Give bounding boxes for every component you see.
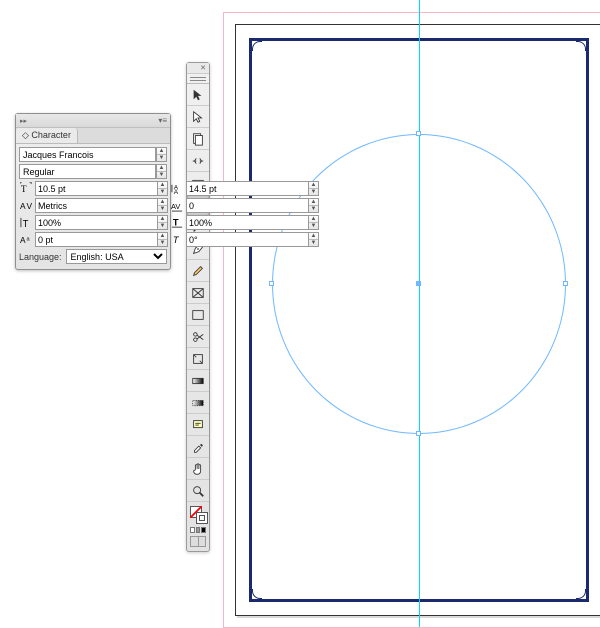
scissors-tool[interactable]	[187, 326, 209, 348]
svg-text:V: V	[27, 201, 33, 211]
selection-handle[interactable]	[416, 131, 421, 136]
selection-handle[interactable]	[269, 281, 274, 286]
selection-handle[interactable]	[563, 281, 568, 286]
document-canvas[interactable]	[215, 0, 600, 627]
view-mode-normal[interactable]	[190, 536, 199, 547]
panel-grip[interactable]	[187, 74, 209, 84]
svg-text:a: a	[27, 236, 31, 242]
collapse-icon[interactable]: ▸▸	[20, 117, 27, 125]
svg-text:A: A	[20, 201, 26, 211]
leading-icon: AA	[170, 181, 186, 196]
eyedropper-tool[interactable]	[187, 436, 209, 458]
free-transform-tool[interactable]	[187, 348, 209, 370]
svg-text:T: T	[23, 219, 29, 229]
pencil-tool[interactable]	[187, 260, 209, 282]
hscale-icon: T	[170, 215, 186, 230]
view-mode-preview[interactable]	[199, 536, 207, 547]
apply-none[interactable]	[201, 527, 206, 533]
svg-text:T: T	[173, 235, 180, 245]
panel-menu-icon[interactable]: ▾≡	[158, 116, 167, 125]
selection-center[interactable]	[416, 281, 421, 286]
skew-field[interactable]	[186, 232, 308, 247]
panel-collapse[interactable]: ✕	[187, 63, 209, 74]
stepper[interactable]: ▲▼	[308, 232, 319, 247]
baseline-shift-icon: Aa	[19, 232, 35, 247]
font-style-stepper[interactable]: ▲▼	[156, 164, 167, 179]
svg-text:T: T	[173, 217, 179, 227]
fill-stroke-swatch[interactable]	[190, 506, 208, 524]
tracking-field[interactable]	[186, 198, 308, 213]
rectangle-tool[interactable]	[187, 304, 209, 326]
horizontal-scale-field[interactable]	[186, 215, 308, 230]
panel-title: Character	[31, 130, 71, 140]
language-select[interactable]: English: USA	[66, 249, 167, 264]
font-family-field[interactable]	[19, 147, 156, 162]
font-family-stepper[interactable]: ▲▼	[156, 147, 167, 162]
hand-tool[interactable]	[187, 458, 209, 480]
gradient-swatch-tool[interactable]	[187, 370, 209, 392]
tracking-icon: AV	[170, 198, 186, 213]
svg-text:T: T	[21, 185, 27, 195]
font-style-field[interactable]	[19, 164, 156, 179]
corner-ornament	[252, 41, 262, 51]
stepper[interactable]: ▲▼	[157, 198, 168, 213]
note-tool[interactable]	[187, 414, 209, 436]
gradient-feather-tool[interactable]	[187, 392, 209, 414]
baseline-shift-field[interactable]	[35, 232, 157, 247]
kerning-icon: AV	[19, 198, 35, 213]
zoom-tool[interactable]	[187, 480, 209, 502]
leading-field[interactable]	[186, 181, 308, 196]
direct-selection-tool[interactable]	[187, 106, 209, 128]
apply-gradient[interactable]	[196, 527, 201, 533]
stroke-swatch[interactable]	[196, 512, 208, 524]
stepper[interactable]: ▲▼	[157, 215, 168, 230]
stepper[interactable]: ▲▼	[157, 232, 168, 247]
gap-tool[interactable]	[187, 150, 209, 172]
rectangle-frame-tool[interactable]	[187, 282, 209, 304]
skew-icon: T	[170, 232, 186, 247]
vertical-scale-field[interactable]	[35, 215, 157, 230]
page-tool[interactable]	[187, 128, 209, 150]
svg-text:AV: AV	[171, 202, 180, 211]
character-tab[interactable]: ◇ Character	[16, 128, 78, 143]
selection-handle[interactable]	[416, 431, 421, 436]
font-size-field[interactable]	[35, 181, 157, 196]
stepper[interactable]: ▲▼	[308, 181, 319, 196]
character-panel[interactable]: ▸▸ ▾≡ ◇ Character ▲▼ ▲▼ T ▲▼ A A ▲▼ AV	[15, 113, 171, 270]
svg-text:A: A	[20, 235, 26, 245]
svg-text:A: A	[174, 189, 179, 195]
stepper[interactable]: ▲▼	[157, 181, 168, 196]
stepper[interactable]: ▲▼	[308, 215, 319, 230]
apply-color[interactable]	[190, 527, 195, 533]
font-size-icon: T	[19, 181, 35, 196]
tools-panel[interactable]: ✕	[186, 62, 210, 552]
kerning-field[interactable]	[35, 198, 157, 213]
language-label: Language:	[19, 252, 62, 262]
stepper[interactable]: ▲▼	[308, 198, 319, 213]
selection-tool[interactable]	[187, 84, 209, 106]
vscale-icon: T	[19, 215, 35, 230]
